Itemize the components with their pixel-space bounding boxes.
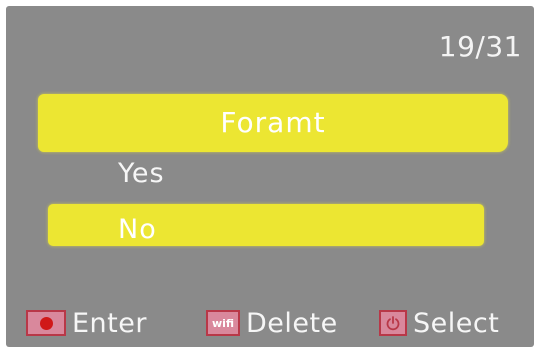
button-hints-bar: Enter wifi Delete Select (6, 303, 534, 343)
option-no-highlight[interactable]: No (48, 204, 484, 246)
option-yes[interactable]: Yes (118, 158, 165, 189)
hint-enter-label: Enter (72, 307, 147, 339)
record-dot-icon (39, 316, 53, 330)
hint-enter: Enter (26, 303, 147, 343)
hint-select-label: Select (413, 307, 500, 339)
hint-delete: wifi Delete (206, 303, 338, 343)
hint-select: Select (379, 303, 499, 343)
hint-delete-label: Delete (246, 307, 338, 339)
power-button-icon (379, 310, 407, 336)
wifi-icon-label: wifi (211, 316, 235, 330)
option-no[interactable]: No (118, 214, 157, 245)
camera-screen: 19/31 Foramt Yes No Enter wifi Delete Se… (6, 6, 534, 347)
dialog-title: Foramt (220, 106, 326, 139)
file-counter: 19/31 (438, 30, 522, 63)
dialog-title-bar: Foramt (38, 94, 508, 152)
power-symbol-icon (386, 316, 400, 331)
wifi-button-icon: wifi (206, 310, 240, 336)
record-button-icon (26, 310, 66, 336)
